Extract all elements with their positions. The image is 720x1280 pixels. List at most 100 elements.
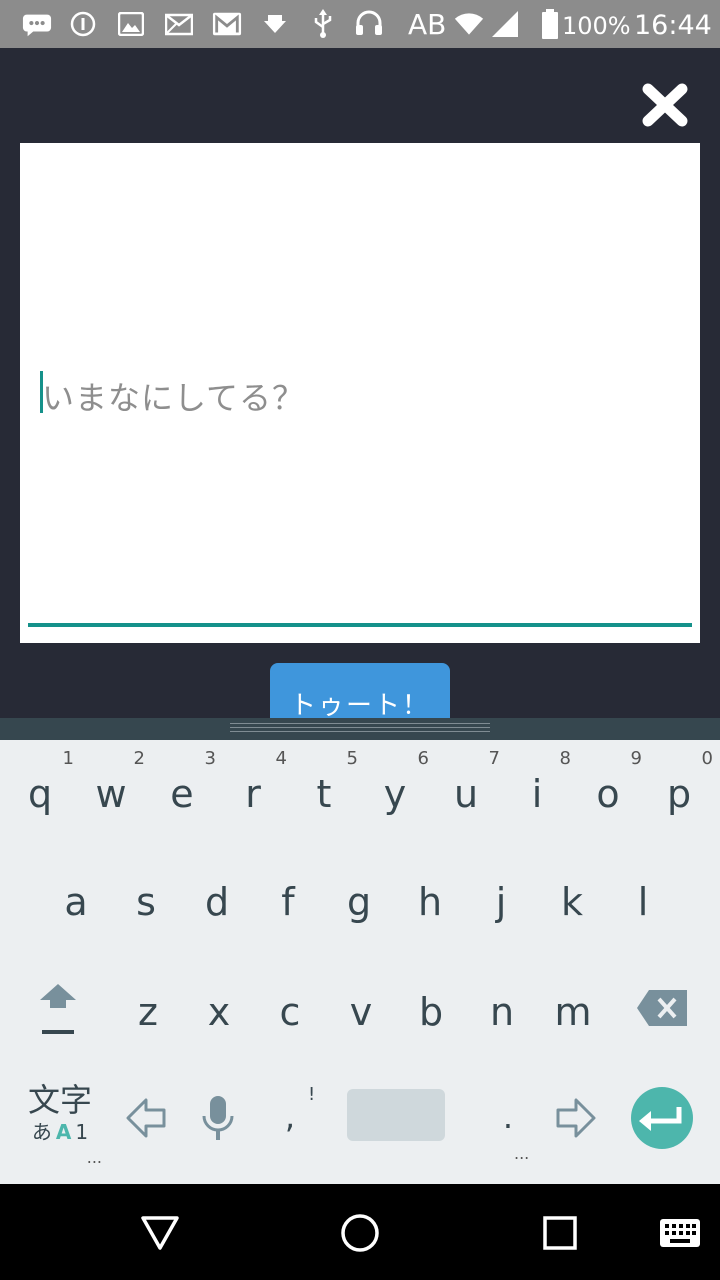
- key-m[interactable]: m: [537, 968, 609, 1068]
- backspace-key[interactable]: [626, 988, 698, 1038]
- key-label: t: [316, 772, 332, 816]
- wifi-icon: [454, 10, 484, 38]
- input-mode-key[interactable]: 文字 あA1 ...: [18, 1080, 102, 1170]
- key-label: v: [349, 990, 373, 1034]
- key-label: e: [170, 772, 194, 816]
- period-key[interactable]: . ...: [488, 1098, 529, 1164]
- key-hint: 0: [701, 748, 713, 769]
- grip-line: [230, 723, 490, 724]
- key-label: g: [346, 880, 372, 924]
- usb-icon: [308, 9, 338, 38]
- key-label: y: [383, 772, 407, 816]
- key-s[interactable]: s: [110, 858, 182, 958]
- key-i[interactable]: 8i: [501, 748, 573, 848]
- key-label: l: [637, 880, 649, 924]
- key-d[interactable]: d: [181, 858, 253, 958]
- cursor-left-key[interactable]: [124, 1096, 168, 1140]
- battery-level: 100%: [562, 12, 631, 40]
- mail-icon: [164, 10, 194, 38]
- key-n[interactable]: n: [466, 968, 538, 1068]
- key-e[interactable]: 3e: [146, 748, 218, 848]
- enter-key[interactable]: [631, 1087, 693, 1149]
- navigation-bar: [0, 1184, 720, 1280]
- key-label: j: [495, 880, 507, 924]
- home-button[interactable]: [335, 1208, 385, 1258]
- key-hint: 2: [133, 748, 145, 769]
- mode-alpha: A: [55, 1120, 72, 1144]
- shift-icon: [40, 984, 76, 1034]
- key-hint: 8: [559, 748, 571, 769]
- key-k[interactable]: k: [536, 858, 608, 958]
- key-v[interactable]: v: [325, 968, 397, 1068]
- key-label: w: [95, 772, 127, 816]
- key-z[interactable]: z: [112, 968, 184, 1068]
- shift-key[interactable]: [22, 978, 94, 1068]
- recents-button[interactable]: [535, 1208, 585, 1258]
- close-icon: [642, 83, 688, 127]
- key-a[interactable]: a: [40, 858, 112, 958]
- keyboard-handle[interactable]: [0, 718, 720, 740]
- comma-key[interactable]: ! ,: [270, 1084, 315, 1158]
- gmail-icon: [212, 10, 242, 38]
- cursor-right-key[interactable]: [554, 1096, 598, 1140]
- key-x[interactable]: x: [183, 968, 255, 1068]
- key-label: s: [136, 880, 156, 924]
- backspace-icon: [637, 990, 687, 1026]
- key-o[interactable]: 9o: [572, 748, 644, 848]
- key-hint: 9: [630, 748, 642, 769]
- recents-icon: [543, 1216, 577, 1250]
- key-label: d: [204, 880, 230, 924]
- key-hint: 5: [346, 748, 358, 769]
- key-label: i: [531, 772, 543, 816]
- key-u[interactable]: 7u: [430, 748, 502, 848]
- key-label: p: [666, 772, 692, 816]
- compose-placeholder: いまなにしてる？: [42, 379, 306, 417]
- key-hint: 4: [275, 748, 287, 769]
- key-q[interactable]: 1q: [4, 748, 76, 848]
- key-label: b: [418, 990, 444, 1034]
- key-hint: 6: [417, 748, 429, 769]
- space-key[interactable]: [347, 1089, 445, 1141]
- key-j[interactable]: j: [465, 858, 537, 958]
- key-b[interactable]: b: [395, 968, 467, 1068]
- key-label: q: [27, 772, 53, 816]
- key-label: z: [138, 990, 158, 1034]
- enter-icon: [639, 1107, 682, 1131]
- arrow-right-icon: [556, 1098, 596, 1138]
- key-label: h: [417, 880, 443, 924]
- mode-label: 文字: [27, 1081, 92, 1119]
- comma-hint: !: [308, 1084, 316, 1105]
- key-hint: 7: [488, 748, 500, 769]
- info-icon: [68, 10, 98, 38]
- arrow-left-icon: [126, 1098, 166, 1138]
- keyboard-switch-button[interactable]: [655, 1208, 705, 1258]
- compose-panel: いまなにしてる？: [20, 143, 700, 643]
- grip-line: [230, 727, 490, 728]
- mode-sub: あA1: [18, 1120, 102, 1144]
- key-c[interactable]: c: [254, 968, 326, 1068]
- key-p[interactable]: 0p: [643, 748, 715, 848]
- close-button[interactable]: [636, 76, 694, 134]
- key-t[interactable]: 5t: [288, 748, 360, 848]
- back-icon: [141, 1216, 179, 1250]
- key-f[interactable]: f: [252, 858, 324, 958]
- key-r[interactable]: 4r: [217, 748, 289, 848]
- home-icon: [341, 1214, 379, 1252]
- mode-number: 1: [75, 1120, 89, 1144]
- key-g[interactable]: g: [323, 858, 395, 958]
- key-label: c: [279, 990, 301, 1034]
- key-label: ,: [284, 1098, 296, 1136]
- key-l[interactable]: l: [607, 858, 679, 958]
- microphone-icon: [202, 1096, 234, 1140]
- key-y[interactable]: 6y: [359, 748, 431, 848]
- message-icon: [22, 10, 52, 38]
- key-h[interactable]: h: [394, 858, 466, 958]
- key-label: r: [245, 772, 261, 816]
- image-icon: [116, 10, 146, 38]
- clock: 16:44: [634, 10, 712, 41]
- back-button[interactable]: [135, 1208, 185, 1258]
- voice-input-key[interactable]: [198, 1092, 238, 1144]
- key-label: u: [453, 772, 479, 816]
- network-type: AB: [408, 8, 447, 41]
- key-w[interactable]: 2w: [75, 748, 147, 848]
